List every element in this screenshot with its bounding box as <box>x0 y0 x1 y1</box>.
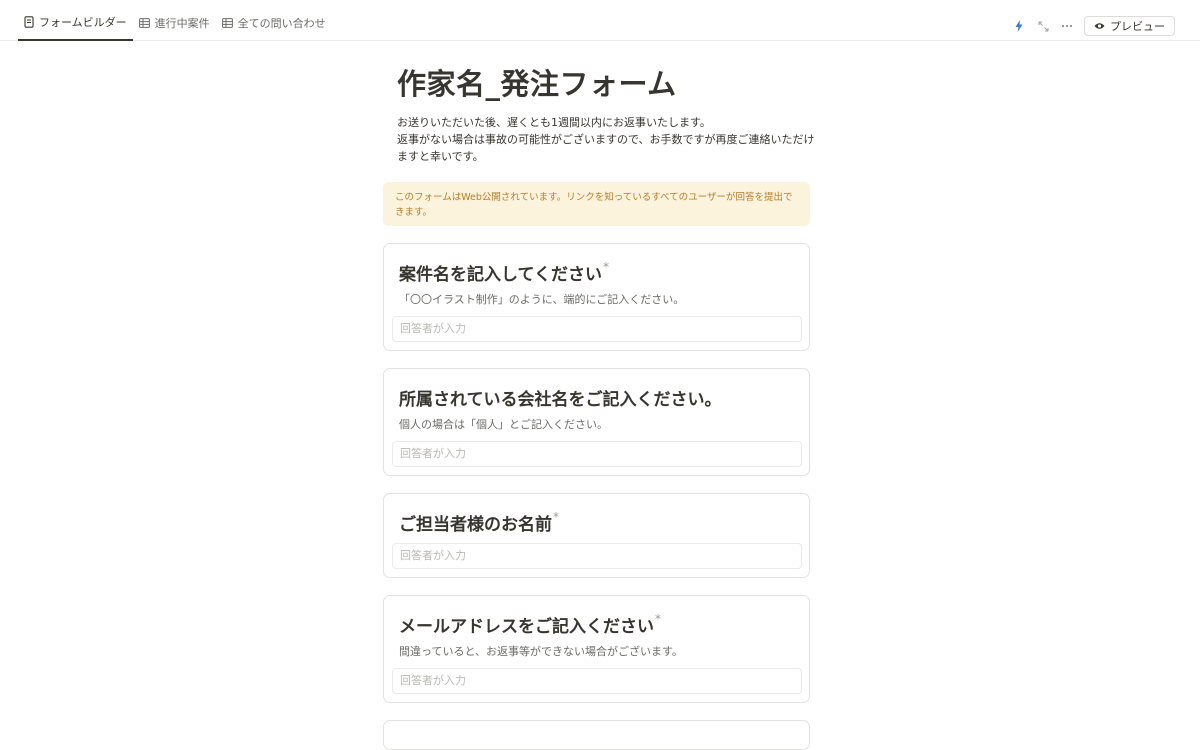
tab-all-inquiries[interactable]: 全ての問い合わせ <box>216 14 332 41</box>
form-title[interactable]: 作家名_発注フォーム <box>397 62 810 106</box>
preview-button[interactable]: プレビュー <box>1084 16 1175 36</box>
description-line: お送りいただいた後、遅くとも1週間以内にお返事いたします。 <box>397 116 711 129</box>
question-help[interactable]: 間違っていると、お返事等ができない場合がございます。 <box>399 643 683 659</box>
answer-input[interactable]: 回答者が入力 <box>392 316 802 342</box>
question-card[interactable] <box>383 720 810 750</box>
required-mark: * <box>655 612 661 626</box>
question-help[interactable]: 「〇〇イラスト制作」のように、端的にご記入ください。 <box>399 291 684 307</box>
question-help[interactable]: 個人の場合は「個人」とご記入ください。 <box>399 416 608 432</box>
question-title-text: 所属されている会社名をご記入ください。 <box>399 390 722 410</box>
more-icon[interactable] <box>1060 19 1074 33</box>
tab-in-progress[interactable]: 進行中案件 <box>133 14 216 41</box>
view-tabs: フォームビルダー 進行中案件 全ての問い合わせ <box>18 14 332 41</box>
form-icon <box>24 15 34 28</box>
lightning-icon[interactable] <box>1012 19 1026 33</box>
table-icon <box>138 17 150 28</box>
form-content: 作家名_発注フォーム お送りいただいた後、遅くとも1週間以内にお返事いたします。… <box>383 62 815 226</box>
tab-label: フォームビルダー <box>39 15 127 29</box>
tab-label: 進行中案件 <box>154 16 210 30</box>
question-card[interactable]: 所属されている会社名をご記入ください。 個人の場合は「個人」とご記入ください。 … <box>383 368 810 476</box>
form-description[interactable]: お送りいただいた後、遅くとも1週間以内にお返事いたします。 返事がない場合は事故… <box>397 114 817 165</box>
required-mark: * <box>553 510 559 524</box>
table-icon <box>221 17 233 28</box>
question-title[interactable]: ご担当者様のお名前* <box>399 510 559 535</box>
required-mark: * <box>602 260 609 274</box>
question-title[interactable]: 案件名を記入してください* <box>399 260 609 285</box>
question-card[interactable]: メールアドレスをご記入ください* 間違っていると、お返事等ができない場合がござい… <box>383 595 810 703</box>
preview-label: プレビュー <box>1110 20 1165 33</box>
answer-input[interactable]: 回答者が入力 <box>392 668 802 694</box>
expand-icon[interactable] <box>1036 19 1050 33</box>
question-title[interactable]: 所属されている会社名をご記入ください。 <box>399 385 722 410</box>
question-title-text: 案件名を記入してください <box>399 265 602 285</box>
answer-input[interactable]: 回答者が入力 <box>392 441 802 467</box>
answer-input[interactable]: 回答者が入力 <box>392 543 802 569</box>
question-title[interactable]: メールアドレスをご記入ください* <box>399 612 661 637</box>
tab-label: 全ての問い合わせ <box>237 16 326 30</box>
description-line: 返事がない場合は事故の可能性がございますので、お手数ですが再度ご連絡いただけます… <box>397 133 815 163</box>
question-card[interactable]: ご担当者様のお名前* 回答者が入力 <box>383 493 810 578</box>
toolbar: プレビュー <box>1012 16 1175 36</box>
question-card[interactable]: 案件名を記入してください* 「〇〇イラスト制作」のように、端的にご記入ください。… <box>383 243 810 351</box>
question-title-text: メールアドレスをご記入ください <box>399 617 654 637</box>
question-title-text: ご担当者様のお名前 <box>399 515 552 535</box>
eye-icon <box>1094 23 1105 29</box>
tab-form-builder[interactable]: フォームビルダー <box>18 14 133 41</box>
top-bar: フォームビルダー 進行中案件 全ての問い合わせ プレビュー <box>0 0 1200 41</box>
public-form-notice: このフォームはWeb公開されています。リンクを知っているすべてのユーザーが回答を… <box>383 182 810 226</box>
